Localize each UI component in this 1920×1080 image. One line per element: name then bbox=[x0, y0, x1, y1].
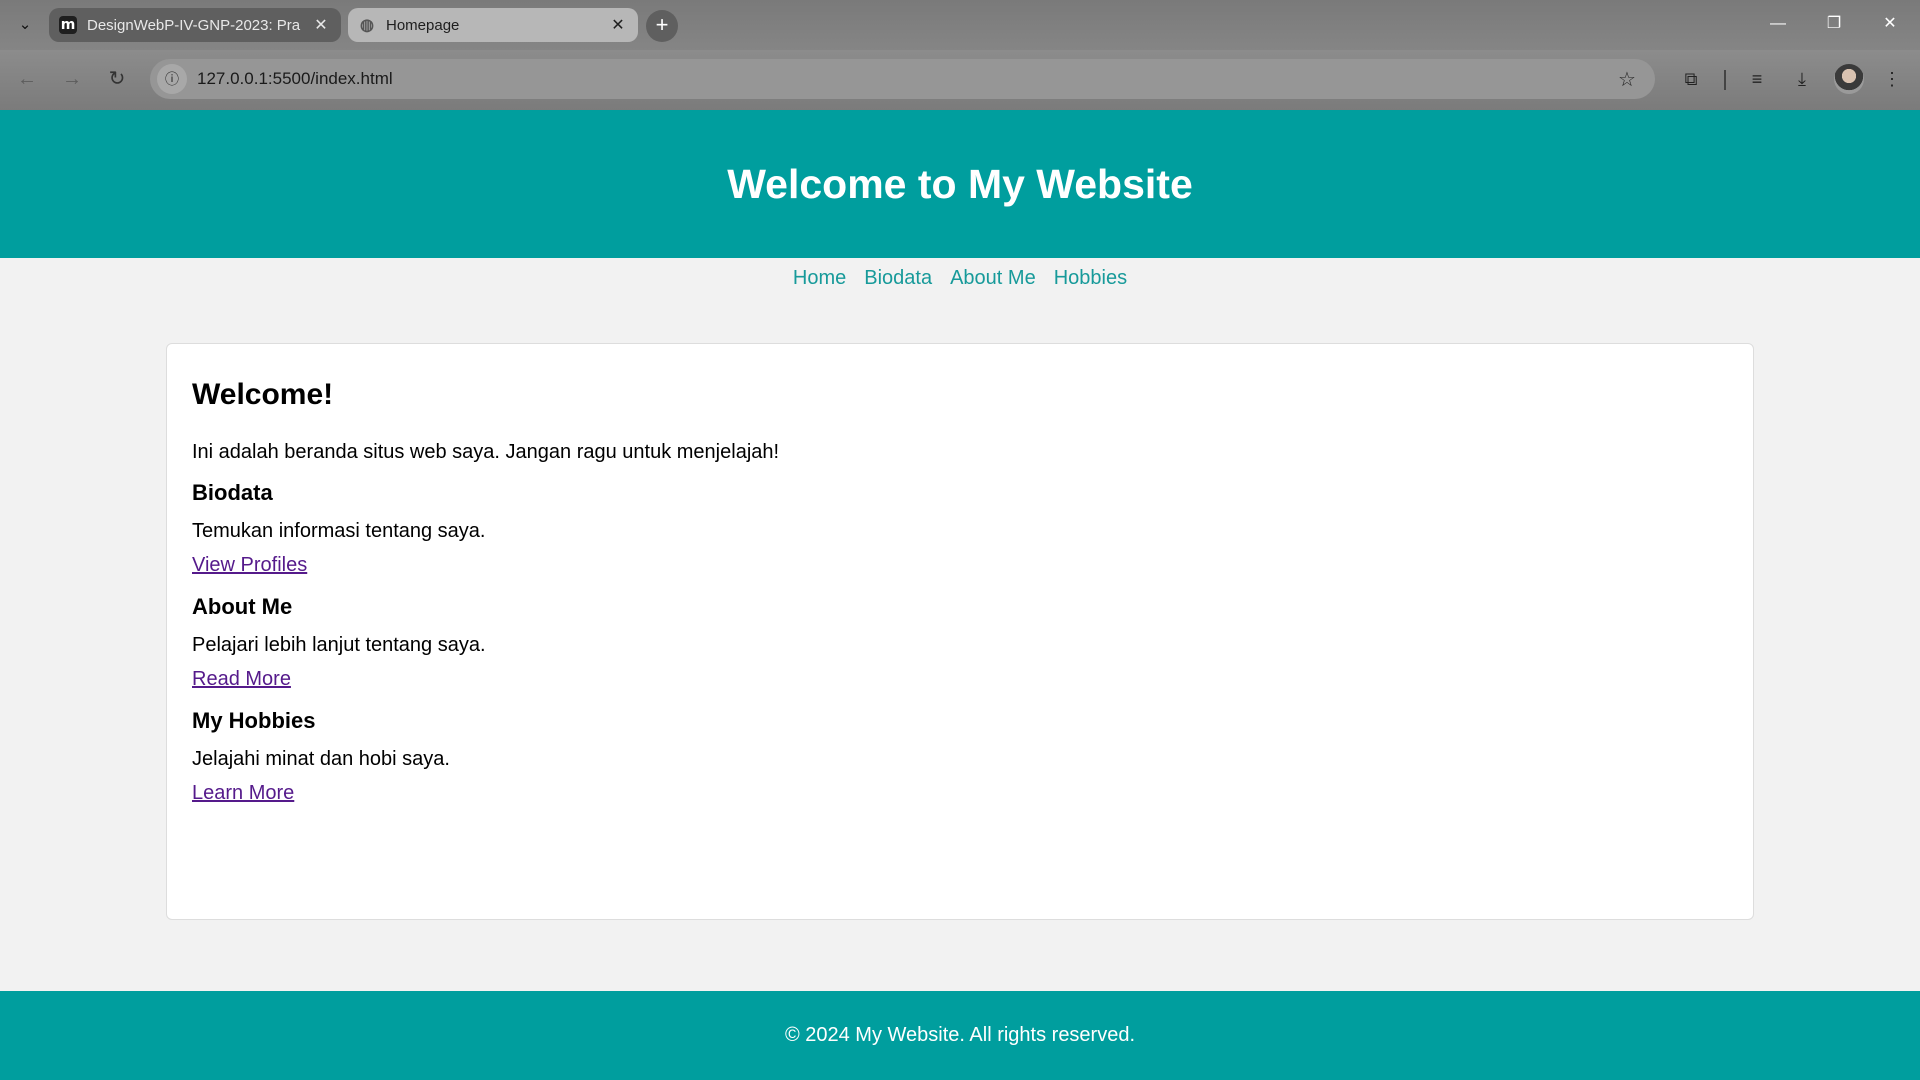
welcome-heading: Welcome! bbox=[192, 378, 334, 411]
tab-designwebp[interactable]: m DesignWebP-IV-GNP-2023: Pra ✕ bbox=[49, 8, 341, 42]
tab-title: DesignWebP-IV-GNP-2023: Pra bbox=[87, 16, 301, 34]
forward-button[interactable]: → bbox=[57, 64, 87, 94]
moodle-m-icon: m bbox=[59, 16, 77, 34]
restore-button[interactable]: ❐ bbox=[1814, 10, 1854, 38]
footer-text: © 2024 My Website. All rights reserved. bbox=[784, 1024, 1136, 1046]
tab-search-button[interactable]: ⌄ bbox=[10, 12, 40, 38]
site-nav: Home Biodata About Me Hobbies bbox=[0, 258, 1920, 298]
close-window-button[interactable]: ✕ bbox=[1870, 10, 1910, 38]
browser-chrome: ⌄ m DesignWebP-IV-GNP-2023: Pra ✕ ◍ Home… bbox=[0, 0, 1920, 110]
arrow-left-icon: ← bbox=[17, 68, 37, 90]
nav-link-biodata[interactable]: Biodata bbox=[864, 267, 932, 290]
section-heading-hobbies: My Hobbies bbox=[192, 708, 316, 733]
nav-link-home[interactable]: Home bbox=[793, 267, 846, 290]
minimize-icon: — bbox=[1770, 15, 1786, 32]
plus-icon: + bbox=[655, 12, 669, 37]
star-icon[interactable]: ☆ bbox=[1607, 67, 1647, 92]
tab-title: Homepage bbox=[386, 16, 460, 34]
learn-more-link[interactable]: Learn More bbox=[192, 782, 294, 805]
section-text-biodata: Temukan informasi tentang saya. bbox=[192, 520, 486, 542]
tab-strip: ⌄ m DesignWebP-IV-GNP-2023: Pra ✕ ◍ Home… bbox=[0, 0, 1920, 50]
nav-link-about-me[interactable]: About Me bbox=[950, 267, 1036, 290]
view-profiles-link[interactable]: View Profiles bbox=[192, 554, 307, 577]
web-page: Welcome to My Website Home Biodata About… bbox=[0, 110, 1920, 1080]
media-queue-icon[interactable]: ≡ bbox=[1742, 64, 1772, 94]
info-icon[interactable]: ⓘ bbox=[157, 64, 187, 94]
arrow-right-icon: → bbox=[62, 68, 82, 90]
close-icon[interactable]: ✕ bbox=[608, 15, 628, 35]
back-button[interactable]: ← bbox=[12, 64, 42, 94]
nav-link-hobbies[interactable]: Hobbies bbox=[1054, 267, 1127, 290]
close-icon: ✕ bbox=[1883, 15, 1897, 32]
content-card: Welcome! Ini adalah beranda situs web sa… bbox=[166, 343, 1754, 920]
site-footer: © 2024 My Website. All rights reserved. bbox=[0, 991, 1920, 1080]
site-title: Welcome to My Website bbox=[727, 160, 1193, 207]
minimize-button[interactable]: — bbox=[1758, 10, 1798, 38]
profile-avatar[interactable] bbox=[1834, 64, 1864, 94]
section-heading-about-me: About Me bbox=[192, 594, 293, 619]
reload-icon: ↻ bbox=[108, 68, 126, 90]
close-icon[interactable]: ✕ bbox=[311, 15, 331, 35]
intro-text: Ini adalah beranda situs web saya. Janga… bbox=[192, 441, 780, 463]
kebab-menu-icon[interactable]: ⋮ bbox=[1877, 64, 1907, 94]
site-header: Welcome to My Website bbox=[0, 110, 1920, 258]
globe-icon: ◍ bbox=[360, 17, 374, 34]
url-text[interactable]: 127.0.0.1:5500/index.html bbox=[197, 69, 1607, 89]
section-text-about-me: Pelajari lebih lanjut tentang saya. bbox=[192, 634, 486, 656]
tab-homepage[interactable]: ◍ Homepage ✕ bbox=[348, 8, 638, 42]
puzzle-icon[interactable]: ⧉ bbox=[1676, 64, 1706, 94]
section-text-hobbies: Jelajahi minat dan hobi saya. bbox=[192, 748, 450, 770]
reload-button[interactable]: ↻ bbox=[102, 64, 132, 94]
read-more-link[interactable]: Read More bbox=[192, 668, 291, 691]
chevron-down-icon: ⌄ bbox=[18, 16, 32, 33]
browser-toolbar: ← → ↻ ⓘ 127.0.0.1:5500/index.html ☆ ⧉ ≡ … bbox=[0, 50, 1920, 110]
section-heading-biodata: Biodata bbox=[192, 480, 273, 505]
restore-icon: ❐ bbox=[1826, 15, 1842, 32]
address-bar[interactable]: ⓘ 127.0.0.1:5500/index.html ☆ bbox=[150, 59, 1655, 99]
download-icon[interactable]: ⤓ bbox=[1787, 64, 1817, 94]
toolbar-divider bbox=[1724, 70, 1726, 90]
new-tab-button[interactable]: + bbox=[646, 10, 678, 42]
